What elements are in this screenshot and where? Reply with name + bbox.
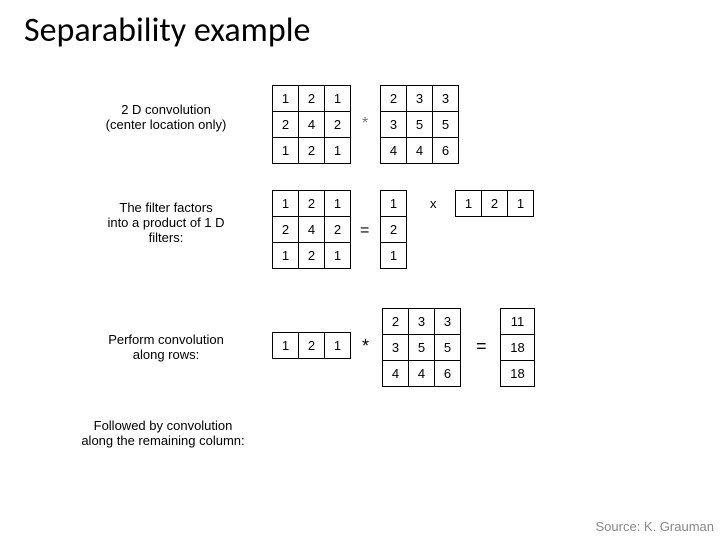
grid-cell: 3 <box>435 309 461 335</box>
grid-cell: 1 <box>325 138 351 164</box>
result-col: 111818 <box>500 308 535 387</box>
grid-cell: 2 <box>381 217 407 243</box>
grid-cell: 11 <box>501 309 535 335</box>
grid-cell: 4 <box>381 138 407 164</box>
grid-cell: 2 <box>299 191 325 217</box>
grid-cell: 1 <box>273 333 299 359</box>
grid-cell: 2 <box>299 86 325 112</box>
grid-cell: 4 <box>299 217 325 243</box>
grid-cell: 4 <box>409 361 435 387</box>
grid-cell: 1 <box>273 86 299 112</box>
grid-cell: 2 <box>325 112 351 138</box>
grid-cell: 5 <box>407 112 433 138</box>
label-line: Perform convolution <box>86 332 246 347</box>
label-line: into a product of 1 D <box>86 215 246 230</box>
row-vector-1d-a: 121 <box>455 190 534 217</box>
page-title: Separability example <box>24 10 310 51</box>
label-line: along the remaining column: <box>58 433 268 448</box>
grid-cell: 1 <box>381 243 407 269</box>
grid-cell: 3 <box>381 112 407 138</box>
grid-cell: 1 <box>325 333 351 359</box>
label-line: (center location only) <box>86 117 246 132</box>
grid-cell: 1 <box>325 86 351 112</box>
equals-op-2: = <box>476 336 487 357</box>
grid-cell: 2 <box>325 217 351 243</box>
source-credit: Source: K. Grauman <box>596 519 715 534</box>
grid-cell: 18 <box>501 361 535 387</box>
grid-cell: 5 <box>409 335 435 361</box>
grid-cell: 2 <box>273 217 299 243</box>
times-op: x <box>430 196 437 211</box>
asterisk-op-1: * <box>362 115 368 133</box>
grid-cell: 4 <box>299 112 325 138</box>
grid-cell: 3 <box>433 86 459 112</box>
grid-cell: 5 <box>435 335 461 361</box>
grid-cell: 2 <box>299 138 325 164</box>
kernel-3x3-a: 121242121 <box>272 85 351 164</box>
grid-cell: 3 <box>407 86 433 112</box>
grid-cell: 1 <box>273 138 299 164</box>
grid-cell: 5 <box>433 112 459 138</box>
row-vector-1d-b: 121 <box>272 332 351 359</box>
label-factors: The filter factors into a product of 1 D… <box>86 200 246 245</box>
grid-cell: 2 <box>299 243 325 269</box>
kernel-3x3-b: 121242121 <box>272 190 351 269</box>
grid-cell: 4 <box>407 138 433 164</box>
grid-cell: 2 <box>273 112 299 138</box>
grid-cell: 1 <box>456 191 482 217</box>
equals-op-1: = <box>360 222 369 240</box>
label-line: filters: <box>86 230 246 245</box>
grid-cell: 1 <box>325 243 351 269</box>
image-3x3: 233355446 <box>380 85 459 164</box>
grid-cell: 1 <box>508 191 534 217</box>
grid-cell: 2 <box>381 86 407 112</box>
image-3x3-b: 233355446 <box>382 308 461 387</box>
label-line: 2 D convolution <box>86 102 246 117</box>
asterisk-op-2: * <box>362 336 369 357</box>
grid-cell: 1 <box>273 191 299 217</box>
grid-cell: 3 <box>409 309 435 335</box>
grid-cell: 4 <box>383 361 409 387</box>
grid-cell: 1 <box>325 191 351 217</box>
label-line: The filter factors <box>86 200 246 215</box>
grid-cell: 18 <box>501 335 535 361</box>
grid-cell: 3 <box>383 335 409 361</box>
label-line: Followed by convolution <box>58 418 268 433</box>
col-vector-1d: 121 <box>380 190 407 269</box>
grid-cell: 1 <box>273 243 299 269</box>
grid-cell: 6 <box>435 361 461 387</box>
label-line: along rows: <box>86 347 246 362</box>
label-cols: Followed by convolution along the remain… <box>58 418 268 448</box>
grid-cell: 2 <box>299 333 325 359</box>
label-2d-conv: 2 D convolution (center location only) <box>86 102 246 132</box>
grid-cell: 2 <box>383 309 409 335</box>
grid-cell: 1 <box>381 191 407 217</box>
grid-cell: 6 <box>433 138 459 164</box>
label-rows: Perform convolution along rows: <box>86 332 246 362</box>
grid-cell: 2 <box>482 191 508 217</box>
